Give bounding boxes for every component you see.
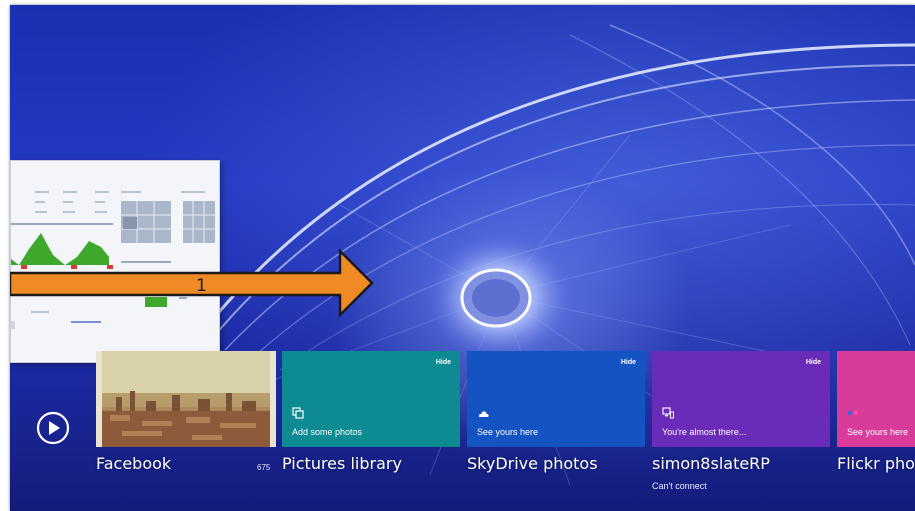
flickr-icon (848, 411, 858, 415)
tile-caption: See yours here (477, 427, 539, 437)
facebook-photo-tile[interactable] (96, 351, 276, 447)
city-photo (102, 351, 270, 447)
hide-button[interactable]: Hide (806, 359, 821, 366)
tile-caption: You're almost there... (662, 427, 747, 437)
hide-button[interactable]: Hide (436, 359, 451, 366)
hide-button[interactable]: Hide (621, 359, 636, 366)
tile-flickr-photos[interactable]: See yours here (837, 351, 915, 447)
tile-pictures-library[interactable]: Hide Add some photos (282, 351, 460, 447)
annotation-number: 1 (196, 276, 207, 296)
copy-icon (292, 407, 304, 419)
tile-skydrive-photos[interactable]: Hide See yours here (467, 351, 645, 447)
flickr-photos-label[interactable]: Flickr pho (837, 454, 915, 473)
play-icon[interactable] (36, 411, 70, 445)
facebook-photo-count: 675 (257, 463, 271, 472)
tile-caption: See yours here (847, 427, 909, 437)
photos-hub-screen: Facebook 675 Hide Add some photos Pictur… (10, 5, 915, 511)
facebook-label[interactable]: Facebook (96, 454, 171, 473)
annotation-arrow: 1 (10, 249, 374, 319)
connection-status: Can't connect (652, 481, 707, 491)
tile-caption: Add some photos (292, 427, 363, 437)
cloud-icon (479, 411, 489, 417)
computer-icon (662, 407, 674, 419)
skydrive-photos-label[interactable]: SkyDrive photos (467, 454, 598, 473)
simon8slaterp-label[interactable]: simon8slateRP (652, 454, 770, 473)
tile-simon8slaterp[interactable]: Hide You're almost there... (652, 351, 830, 447)
pictures-library-label[interactable]: Pictures library (282, 454, 402, 473)
